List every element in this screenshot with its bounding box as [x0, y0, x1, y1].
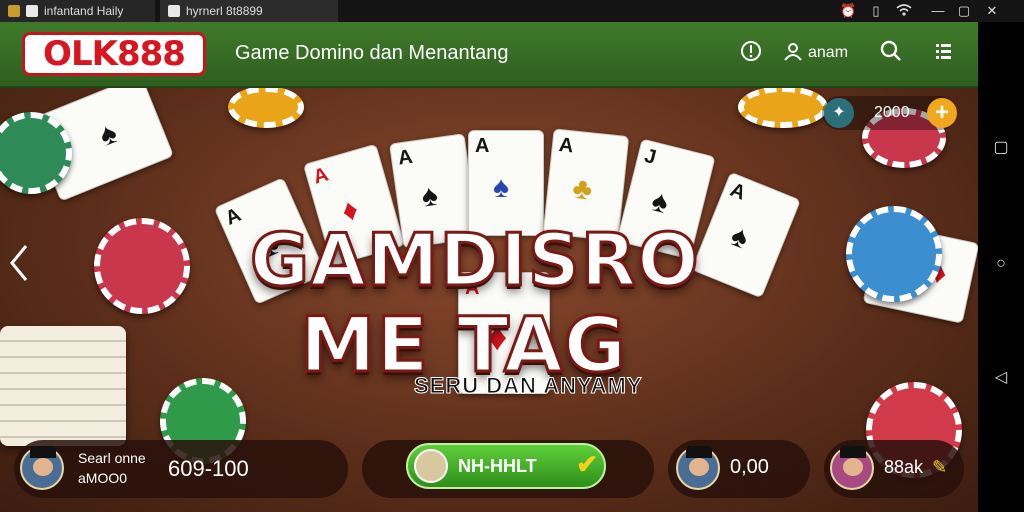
user-icon[interactable]: [780, 40, 806, 66]
card-rank: J: [642, 144, 659, 169]
poker-chip: [94, 218, 190, 314]
domino-stack: [0, 326, 126, 446]
poker-chip: [228, 86, 304, 128]
card-rank: A: [475, 135, 490, 157]
banner-subtitle: SERU DAN ANYAMY: [414, 373, 643, 399]
banner-title-line1: GAMDISRO: [249, 217, 701, 304]
game-stage: ♥♠ ♦ A♣ A♦ A♠ A♠ A♣ J♠ A♠ A♦ OLK888 Game…: [0, 22, 978, 512]
info-icon[interactable]: [738, 40, 764, 66]
user-label[interactable]: anam: [808, 44, 848, 62]
player2-score: 0,00: [730, 456, 769, 478]
play-button-label: NH-HHLT: [458, 456, 537, 476]
square-icon[interactable]: ▢: [993, 140, 1009, 156]
card-suit: ♠: [648, 184, 672, 221]
system-tab-bar: infantand Haily hyrnerl 8t8899 ⏰ ▯ — ▢ ✕: [0, 0, 1024, 22]
edit-icon: ✎: [932, 457, 948, 477]
page-title: Game Domino dan Menantang: [235, 42, 509, 64]
player-panel-3[interactable]: 88ak ✎: [824, 440, 964, 498]
brand-logo[interactable]: OLK888: [22, 32, 206, 76]
player1-name: Searl onne: [78, 450, 146, 466]
card-rank: A: [557, 134, 575, 158]
play-button[interactable]: NH-HHLT ✔: [406, 443, 606, 489]
card-suit: ♠: [419, 178, 440, 214]
card-rank: A: [396, 145, 414, 170]
add-coins-button[interactable]: +: [927, 98, 957, 128]
page-icon: [26, 5, 38, 17]
check-icon: ✔: [576, 449, 598, 479]
android-nav-bar: ▢ ○ ◁: [978, 22, 1024, 512]
card-suit: ♠: [493, 171, 509, 204]
card-suit: ♠: [726, 219, 754, 256]
battery-icon: ▯: [872, 3, 880, 18]
minimize-icon[interactable]: —: [930, 3, 946, 19]
player1-score: 609-100: [168, 456, 249, 481]
avatar: [830, 446, 874, 490]
tab-2-label: hyrnerl 8t8899: [186, 4, 263, 18]
card-rank: A: [726, 178, 749, 205]
player-panel-1[interactable]: Searl onne aMOO0 609-100: [14, 440, 348, 498]
card-suit: ♠: [94, 116, 122, 153]
tab-1[interactable]: infantand Haily: [0, 0, 155, 22]
restore-icon[interactable]: ▢: [956, 3, 972, 19]
close-icon[interactable]: ✕: [984, 3, 1000, 19]
coin-icon: ✦: [824, 98, 854, 128]
fan-card: A ♠: [690, 171, 802, 299]
poker-chip: [846, 206, 942, 302]
card-suit: ♣: [570, 171, 594, 207]
player1-sub: aMOO0: [78, 470, 128, 486]
app-header: OLK888 Game Domino dan Menantang anam: [0, 22, 978, 88]
tab-1-label: infantand Haily: [44, 4, 124, 18]
card-rank: A: [310, 163, 331, 189]
circle-icon[interactable]: ○: [993, 256, 1009, 272]
chevron-left-icon[interactable]: [8, 244, 30, 288]
card-rank: A: [222, 203, 245, 230]
tab-2[interactable]: hyrnerl 8t8899: [160, 0, 338, 22]
wifi-icon: [896, 3, 912, 19]
menu-icon[interactable]: [930, 40, 956, 66]
player3-score: 88ak: [884, 457, 924, 477]
back-triangle-icon[interactable]: ◁: [993, 370, 1009, 386]
alarm-icon: ⏰: [840, 3, 857, 18]
poker-chip: [738, 86, 828, 128]
avatar: [20, 446, 64, 490]
player-panel-2[interactable]: 0,00: [668, 440, 810, 498]
avatar: [676, 446, 720, 490]
game-tab-icon: [168, 5, 180, 17]
app-icon: [8, 5, 20, 17]
logo-text: OLK888: [43, 34, 186, 74]
coin-counter: ✦ 2000 +: [822, 96, 957, 130]
bottom-bar: Searl onne aMOO0 609-100 NH-HHLT ✔ 0,00 …: [0, 440, 978, 512]
coin-value: 2000: [874, 104, 910, 121]
search-icon[interactable]: [878, 40, 904, 66]
avatar: [414, 449, 448, 483]
